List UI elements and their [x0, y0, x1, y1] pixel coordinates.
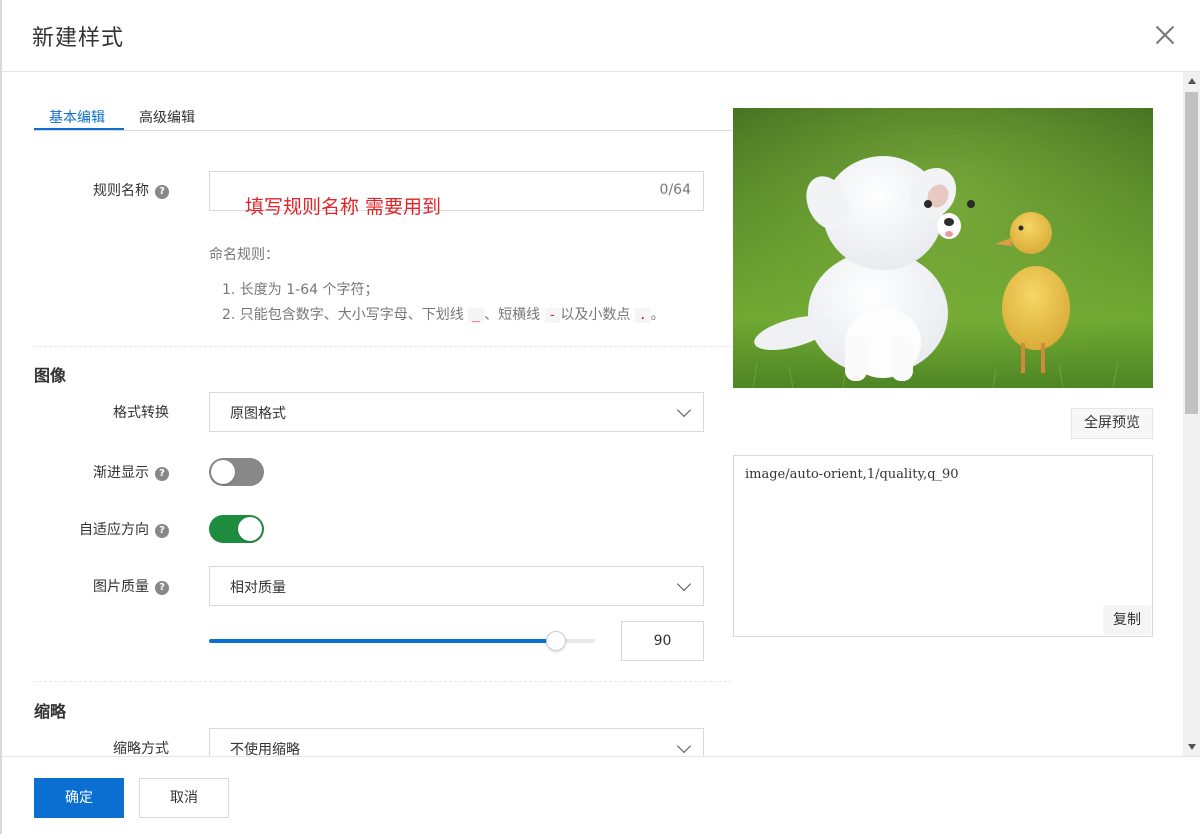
rule-2-text: 2. 只能包含数字、大小写字母、下划线 — [222, 307, 464, 323]
code-dot: . — [634, 308, 651, 323]
help-icon[interactable]: ? — [155, 467, 169, 481]
dialog-footer: 确定 取消 — [2, 756, 1200, 834]
toggle-knob — [211, 460, 235, 484]
rule-2-end: 。 — [650, 307, 665, 323]
slider-fill — [209, 639, 556, 643]
edit-tabs: 基本编辑 高级编辑 — [34, 102, 732, 131]
style-code-textarea[interactable]: image/auto-orient,1/quality,q_90 复制 — [733, 455, 1153, 637]
style-code-text: image/auto-orient,1/quality,q_90 — [745, 467, 959, 482]
copy-button[interactable]: 复制 — [1103, 605, 1151, 635]
close-icon[interactable] — [1154, 24, 1176, 46]
chevron-down-icon — [676, 576, 692, 592]
rule-name-counter: 0/64 — [659, 182, 691, 198]
slider-handle[interactable] — [546, 631, 566, 651]
thumbnail-mode-select[interactable]: 不使用缩略 — [209, 728, 704, 756]
format-label: 格式转换 — [34, 402, 169, 422]
progressive-toggle[interactable] — [209, 458, 264, 486]
thumbnail-mode-value: 不使用缩略 — [230, 742, 300, 756]
section-divider — [34, 681, 732, 682]
auto-orient-label-text: 自适应方向 — [79, 522, 149, 538]
help-icon[interactable]: ? — [155, 524, 169, 538]
dialog-body: 基本编辑 高级编辑 规则名称? 0/64 填写规则名称 需要用到 命名规则： 1… — [2, 72, 1185, 756]
help-icon[interactable]: ? — [155, 185, 169, 199]
fullscreen-preview-button[interactable]: 全屏预览 — [1071, 408, 1153, 439]
auto-orient-label: 自适应方向? — [34, 519, 169, 539]
quality-slider[interactable] — [209, 631, 595, 651]
cancel-button[interactable]: 取消 — [139, 778, 229, 818]
rule-2-sep1: 、短横线 — [484, 307, 541, 323]
active-tab-indicator — [34, 128, 124, 130]
vertical-scrollbar[interactable] — [1183, 72, 1200, 756]
tab-advanced-edit[interactable]: 高级编辑 — [139, 107, 195, 127]
chevron-down-icon — [676, 402, 692, 418]
scroll-up-icon[interactable] — [1188, 78, 1196, 84]
rule-name-label: 规则名称? — [34, 180, 169, 200]
red-annotation: 填写规则名称 需要用到 — [245, 196, 442, 218]
naming-rules-heading: 命名规则： — [209, 247, 279, 263]
confirm-button[interactable]: 确定 — [34, 778, 124, 818]
progressive-label-text: 渐进显示 — [93, 465, 149, 481]
rule-name-label-text: 规则名称 — [93, 183, 149, 199]
thumbnail-section-title: 缩略 — [34, 702, 67, 721]
quality-number-input[interactable]: 90 — [621, 621, 704, 661]
thumbnail-mode-label-text: 缩略方式 — [113, 741, 169, 756]
naming-rule-1: 1. 长度为 1-64 个字符； — [222, 282, 379, 298]
scroll-thumb[interactable] — [1185, 92, 1198, 414]
format-select-value: 原图格式 — [230, 406, 286, 422]
dialog-title: 新建样式 — [32, 26, 125, 51]
dialog-header: 新建样式 — [2, 0, 1200, 72]
format-label-text: 格式转换 — [113, 405, 169, 421]
thumbnail-mode-label: 缩略方式 — [34, 738, 169, 756]
naming-rule-2: 2. 只能包含数字、大小写字母、下划线 _ 、短横线 - 以及小数点 .。 — [222, 304, 665, 324]
quality-label: 图片质量? — [34, 576, 169, 596]
puppy-duckling-photo — [733, 108, 1153, 388]
toggle-knob — [238, 517, 262, 541]
format-select[interactable]: 原图格式 — [209, 392, 704, 432]
help-icon[interactable]: ? — [155, 581, 169, 595]
image-section-title: 图像 — [34, 366, 67, 385]
chevron-down-icon — [676, 738, 692, 754]
new-style-dialog: 新建样式 基本编辑 高级编辑 规则名称? 0/64 填写规则名称 需要用到 命名… — [0, 0, 1200, 834]
progressive-label: 渐进显示? — [34, 462, 169, 482]
code-underscore: _ — [468, 308, 485, 323]
quality-label-text: 图片质量 — [93, 579, 149, 595]
scroll-down-icon[interactable] — [1188, 744, 1196, 750]
section-divider — [34, 346, 732, 347]
quality-select[interactable]: 相对质量 — [209, 566, 704, 606]
preview-image — [733, 108, 1153, 388]
tab-basic-edit[interactable]: 基本编辑 — [49, 107, 105, 127]
code-dash: - — [544, 308, 561, 323]
quality-select-value: 相对质量 — [230, 580, 286, 596]
auto-orient-toggle[interactable] — [209, 515, 264, 543]
rule-2-sep2: 以及小数点 — [560, 307, 631, 323]
